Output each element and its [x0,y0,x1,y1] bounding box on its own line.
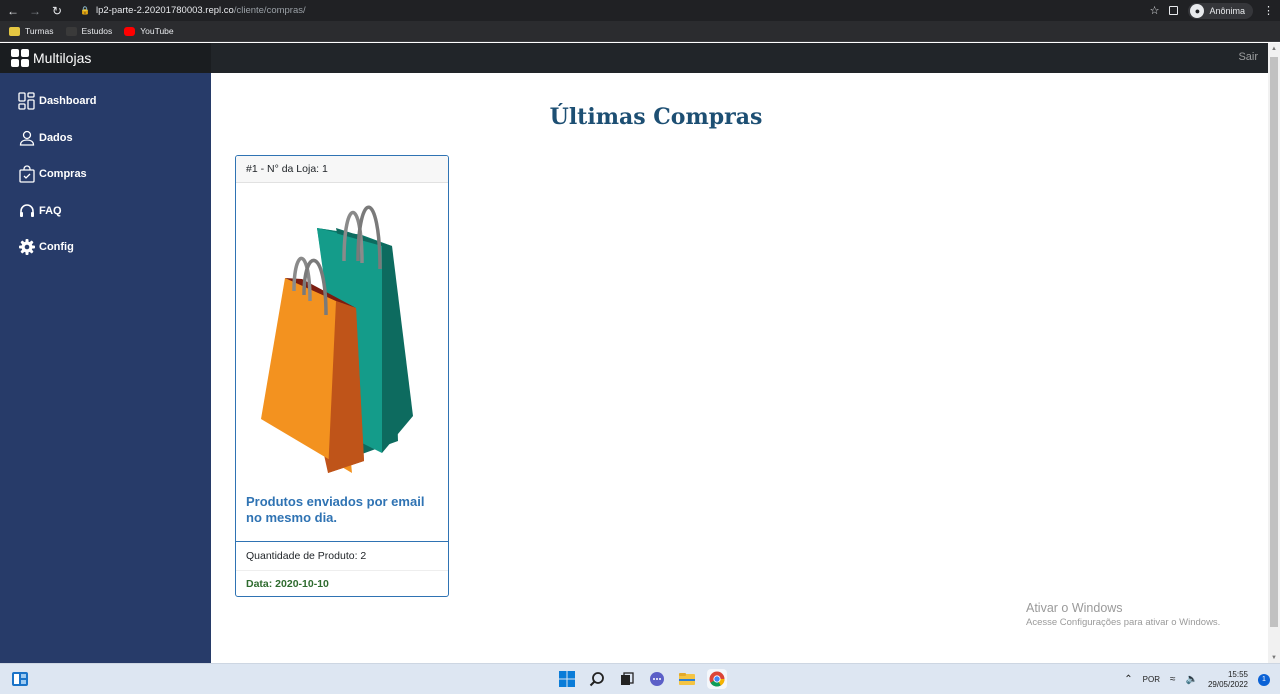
widgets-icon[interactable] [12,672,28,686]
bookmark-youtube[interactable]: YouTube [124,26,174,36]
dashboard-icon [18,92,36,110]
scrollbar-thumb[interactable] [1270,57,1278,627]
headset-icon [18,202,36,220]
bookmarks-bar: Turmas Estudos YouTube [0,21,1280,42]
sidebar-item-dados[interactable]: Dados [18,129,73,147]
sidebar-item-label: Dashboard [39,95,97,107]
app-topbar: Multilojas Sair [0,43,1268,73]
sidebar-item-label: Compras [39,168,87,180]
sidebar: Dashboard Dados Compras FAQ Config [0,73,211,663]
bookmark-label: Turmas [25,26,54,36]
incognito-icon: ● [1190,3,1205,18]
star-icon[interactable]: ☆ [1150,4,1160,17]
logout-link[interactable]: Sair [1238,51,1258,63]
menu-icon[interactable]: ⋮ [1263,4,1274,17]
volume-icon[interactable]: 🔈 [1186,674,1198,685]
scroll-down-icon[interactable]: ▼ [1271,655,1277,661]
sidebar-item-label: FAQ [39,205,62,217]
classroom-icon [9,26,20,36]
sidebar-item-faq[interactable]: FAQ [18,202,62,220]
gear-icon [18,238,36,256]
sidebar-item-compras[interactable]: Compras [18,165,87,183]
lock-icon: 🔒 [80,6,90,15]
bookmark-label: YouTube [140,26,174,36]
folder-icon [65,26,77,36]
card-description: Produtos enviados por email no mesmo dia… [246,494,425,525]
purchase-card: #1 - N° da Loja: 1 Produtos enviados por… [235,155,449,597]
reload-icon[interactable]: ↻ [48,2,66,20]
chrome-icon[interactable] [707,669,727,689]
sidebar-item-config[interactable]: Config [18,238,74,256]
sidebar-item-dashboard[interactable]: Dashboard [18,92,96,110]
windows-taskbar: ⌃ POR ≈ 🔈 15:55 29/05/2022 1 [0,663,1280,694]
watermark-title: Ativar o Windows [1026,601,1123,615]
browser-toolbar: ← → ↻ 🔒 lp2-parte-2.20201780003.repl.co/… [0,0,1280,21]
sidebar-item-label: Dados [39,132,73,144]
product-quantity: Quantidade de Produto: 2 [236,541,448,570]
watermark-subtitle: Acesse Configurações para ativar o Windo… [1026,617,1221,628]
sidepanel-icon[interactable] [1169,6,1179,15]
person-icon [18,129,36,147]
file-explorer-icon[interactable] [677,669,697,689]
grid-logo-icon [11,49,29,67]
sidebar-item-label: Config [39,241,74,253]
scroll-up-icon[interactable]: ▲ [1271,46,1277,52]
shopping-bag-icon [18,165,36,183]
clock-date: 29/05/2022 [1207,679,1248,689]
bookmark-label: Estudos [81,26,113,36]
start-icon[interactable] [557,669,577,689]
chat-icon[interactable] [647,669,667,689]
search-icon[interactable] [587,669,607,689]
page-scrollbar[interactable]: ▲ ▼ [1268,43,1280,663]
bookmark-estudos[interactable]: Estudos [65,26,113,36]
brand[interactable]: Multilojas [0,43,211,73]
profile-button[interactable]: ● Anônima [1188,2,1253,19]
profile-label: Anônima [1209,5,1245,16]
address-bar[interactable]: lp2-parte-2.20201780003.repl.co/cliente/… [96,5,306,16]
language-indicator[interactable]: POR [1143,675,1160,684]
forward-icon[interactable]: → [26,2,44,20]
brand-name: Multilojas [33,50,92,66]
purchase-date: Data: 2020-10-10 [236,570,448,596]
wifi-icon[interactable]: ≈ [1170,674,1176,685]
page-title: Últimas Compras [549,104,763,130]
windows-activation-watermark: Ativar o Windows Acesse Configurações pa… [1026,601,1220,628]
clock-time: 15:55 [1227,669,1248,679]
system-clock[interactable]: 15:55 29/05/2022 [1208,670,1248,690]
shopping-bags-illustration [261,205,413,473]
bookmark-turmas[interactable]: Turmas [9,26,54,36]
notification-badge[interactable]: 1 [1258,673,1270,686]
task-view-icon[interactable] [617,669,637,689]
chevron-up-icon[interactable]: ⌃ [1124,674,1132,685]
youtube-icon [124,26,136,36]
card-header: #1 - N° da Loja: 1 [236,156,448,183]
url-path: /cliente/compras/ [233,5,306,16]
back-icon[interactable]: ← [4,2,22,20]
url-host: lp2-parte-2.20201780003.repl.co [95,5,234,16]
